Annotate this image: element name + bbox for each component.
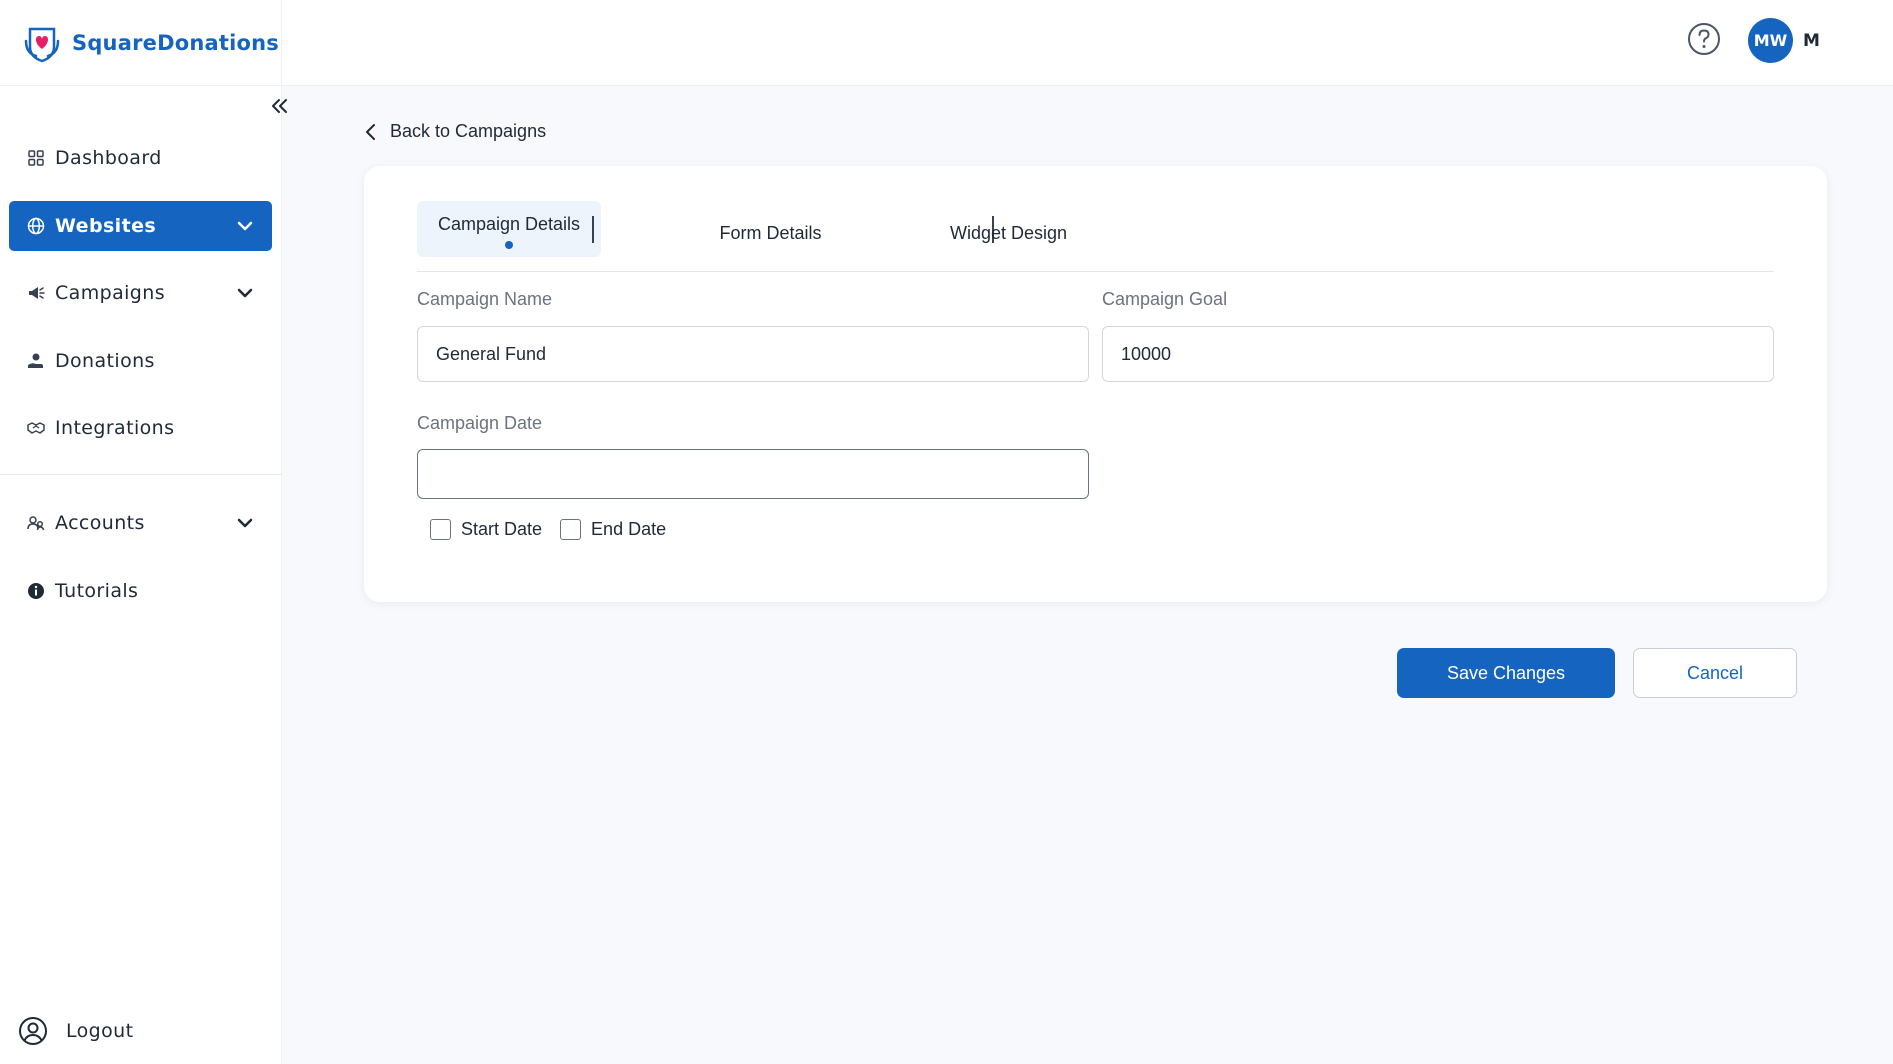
- campaign-goal-value: 10000: [1121, 343, 1172, 364]
- info-icon: [27, 582, 45, 600]
- sidebar-item-label: Websites: [55, 214, 157, 237]
- sidebar-item-websites[interactable]: Websites: [9, 200, 272, 251]
- sidebar-item-accounts[interactable]: Accounts: [9, 498, 272, 548]
- chevron-down-icon: [237, 518, 253, 528]
- end-date-checkbox[interactable]: End Date: [560, 519, 666, 540]
- donation-hand-icon: [27, 352, 45, 370]
- tab-campaign-details[interactable]: Campaign Details: [417, 201, 601, 257]
- tab-separator: [592, 216, 594, 243]
- sidebar-divider: [0, 474, 282, 475]
- campaign-name-input[interactable]: General Fund: [417, 326, 1089, 382]
- tab-label: Campaign Details: [437, 213, 581, 234]
- logout-label: Logout: [66, 1020, 134, 1042]
- grid-icon: [27, 149, 45, 167]
- back-label: Back to Campaigns: [390, 121, 547, 141]
- sidebar-item-dashboard[interactable]: Dashboard: [9, 133, 272, 183]
- sidebar-item-label: Campaigns: [55, 282, 166, 304]
- sidebar-nav-secondary: Accounts Tutorials: [9, 498, 272, 633]
- start-date-checkbox[interactable]: Start Date: [430, 519, 542, 540]
- campaign-name-label: Campaign Name: [417, 289, 553, 309]
- sidebar-item-label: Integrations: [55, 417, 175, 439]
- campaign-date-input[interactable]: [417, 449, 1089, 499]
- chevron-down-icon: [237, 288, 253, 298]
- sidebar-nav: Dashboard Websites Campaigns Donations I…: [9, 133, 272, 471]
- end-date-label: End Date: [591, 519, 667, 539]
- date-options: Start Date End Date: [417, 519, 684, 540]
- avatar[interactable]: MW: [1748, 18, 1793, 63]
- sidebar-item-label: Accounts: [55, 512, 145, 534]
- sidebar-item-label: Dashboard: [55, 147, 162, 169]
- user-circle-icon: [19, 1017, 47, 1045]
- sidebar-item-label: Tutorials: [55, 579, 139, 602]
- logout-button[interactable]: Logout: [18, 1016, 133, 1046]
- checkbox-box[interactable]: [560, 519, 582, 540]
- collapse-sidebar-button[interactable]: [266, 94, 292, 118]
- globe-icon: [27, 217, 45, 235]
- double-chevron-left-icon: [272, 99, 287, 113]
- active-tab-indicator: [505, 241, 513, 249]
- campaign-name-value: General Fund: [436, 343, 547, 364]
- save-changes-button[interactable]: Save Changes: [1397, 648, 1615, 698]
- tab-form-details[interactable]: Form Details: [657, 205, 884, 261]
- chevron-down-icon: [237, 221, 253, 230]
- cancel-button[interactable]: Cancel: [1633, 648, 1797, 698]
- campaign-goal-label: Campaign Goal: [1102, 289, 1228, 309]
- brand[interactable]: SquareDonations: [0, 0, 281, 86]
- top-bar: [282, 0, 1893, 86]
- tab-widget-design[interactable]: Widget Design: [895, 205, 1122, 261]
- megaphone-icon: [27, 284, 45, 302]
- campaign-date-label: Campaign Date: [417, 413, 543, 433]
- tab-label: Widget Design: [949, 222, 1068, 243]
- heart-hands-icon: [24, 27, 60, 62]
- sidebar-item-tutorials[interactable]: Tutorials: [9, 566, 272, 616]
- chevron-left-icon: [366, 123, 375, 140]
- handshake-icon: [27, 419, 45, 437]
- tab-bar: Campaign Details Form Details Widget Des…: [417, 201, 1774, 272]
- back-to-campaigns-link[interactable]: Back to Campaigns: [364, 121, 546, 142]
- sidebar-item-label: Donations: [55, 349, 155, 372]
- campaign-goal-input[interactable]: 10000: [1102, 326, 1774, 382]
- sidebar-item-donations[interactable]: Donations: [9, 336, 272, 386]
- sidebar-item-integrations[interactable]: Integrations: [9, 403, 272, 453]
- users-icon: [27, 514, 45, 532]
- help-icon[interactable]: [1687, 22, 1721, 56]
- start-date-label: Start Date: [461, 519, 543, 539]
- sidebar-item-campaigns[interactable]: Campaigns: [9, 268, 272, 318]
- tab-label: Form Details: [719, 222, 822, 243]
- brand-name: SquareDonations: [72, 30, 279, 55]
- sidebar: SquareDonations Dashboard Websites Campa…: [0, 0, 287, 1064]
- campaign-form-card: Campaign Details Form Details Widget Des…: [364, 166, 1827, 602]
- checkbox-box[interactable]: [430, 519, 451, 540]
- user-name[interactable]: M: [1803, 31, 1820, 51]
